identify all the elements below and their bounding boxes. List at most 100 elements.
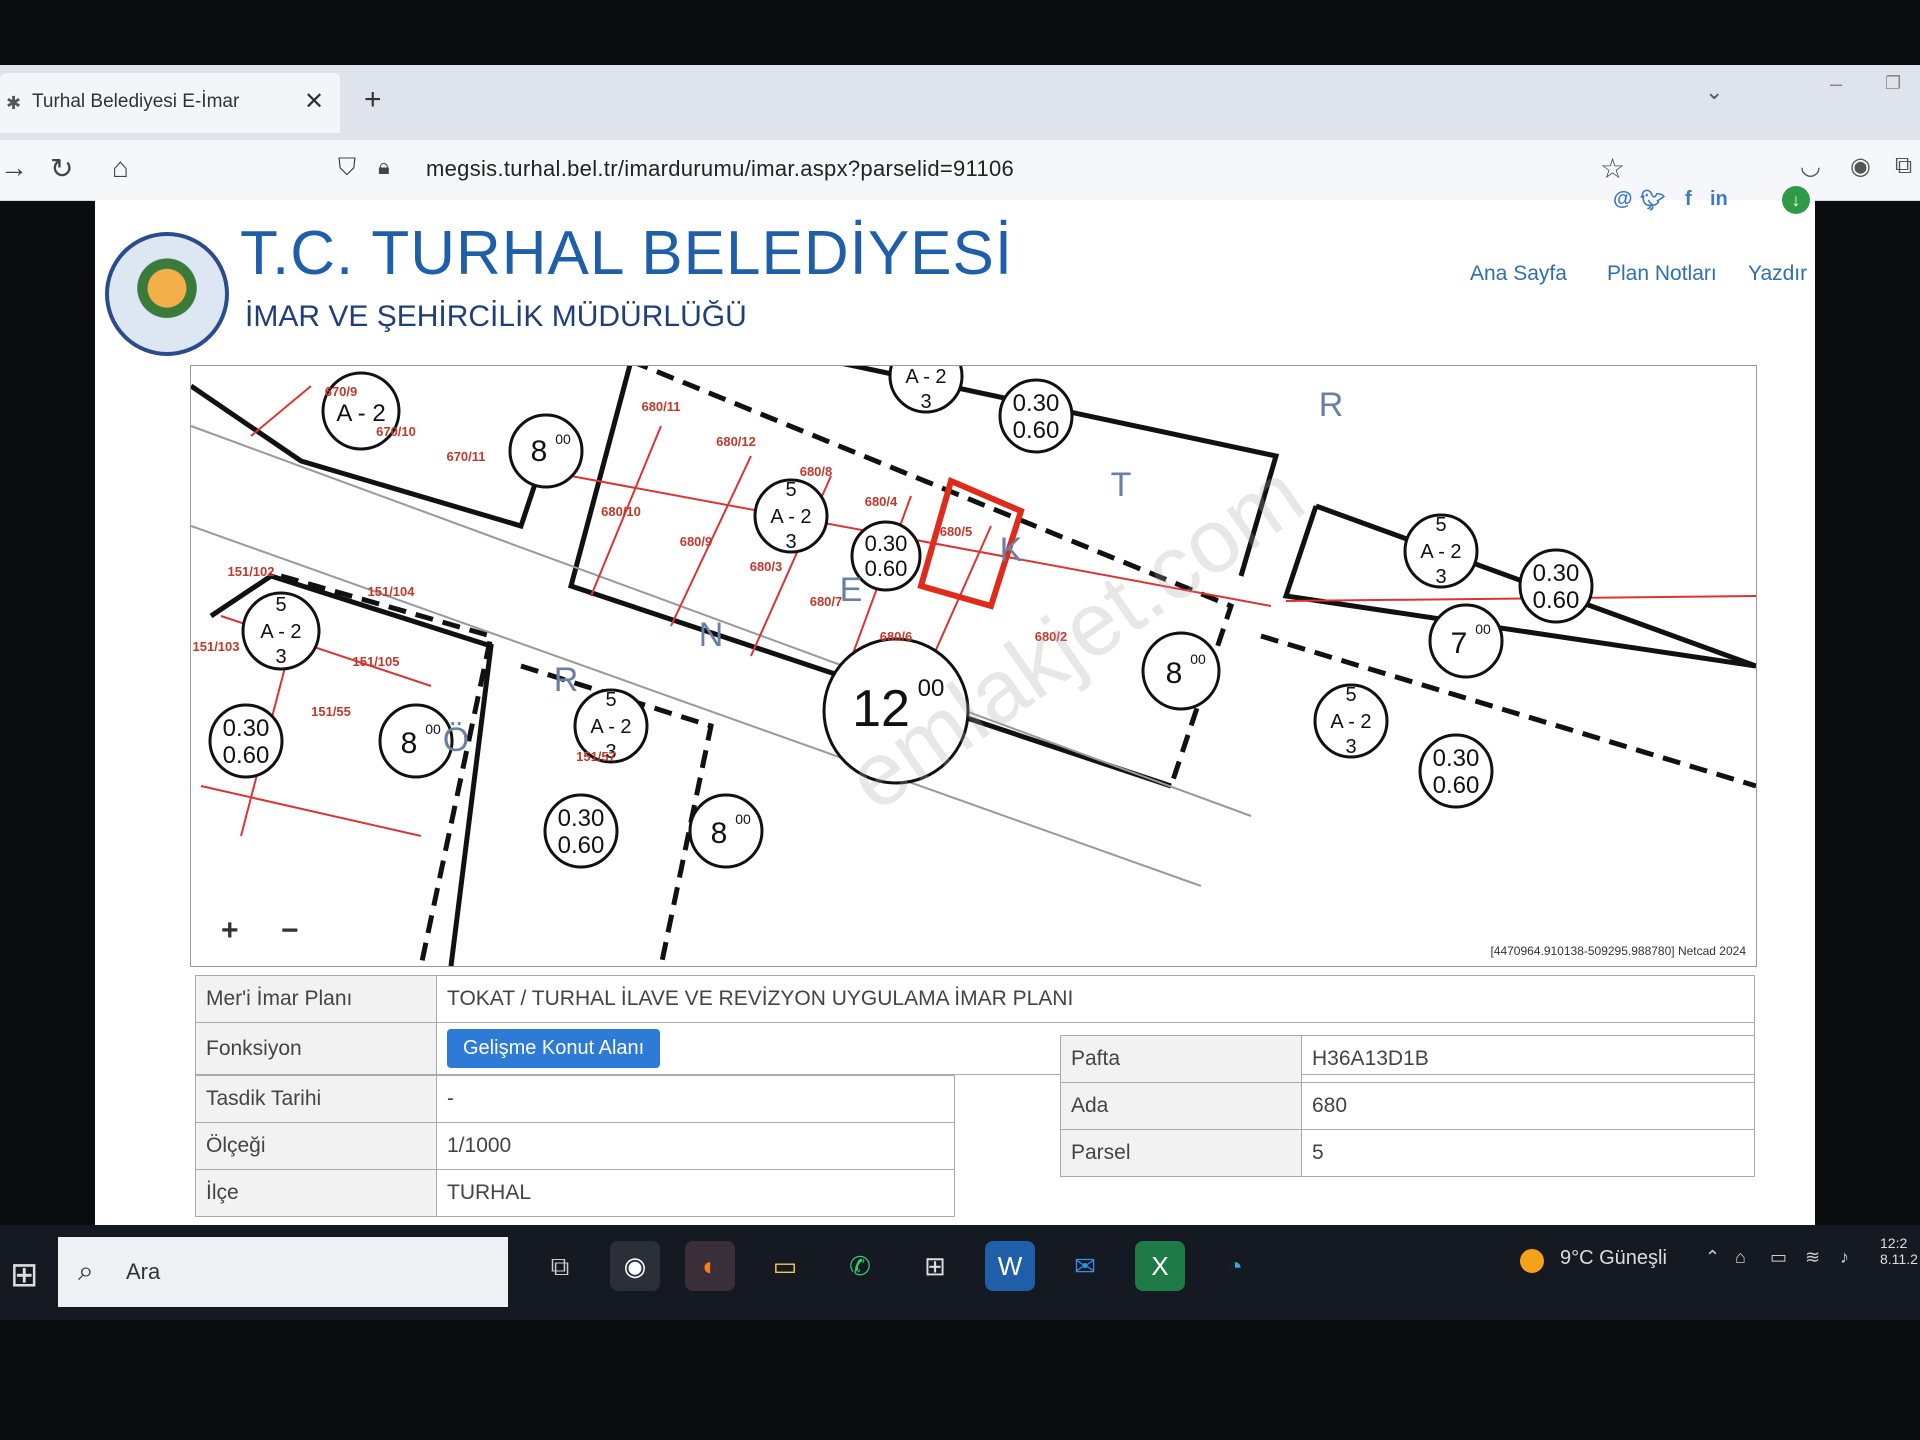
parcel-line: [250, 385, 312, 437]
nav-ana-sayfa[interactable]: Ana Sayfa: [1470, 262, 1567, 286]
zone-label-bot: 3: [920, 391, 931, 413]
page-title: T.C. TURHAL BELEDİYESİ: [240, 219, 1014, 288]
parcel-label: 680/12: [716, 434, 756, 449]
ada-value: 680: [1301, 1082, 1755, 1130]
parcel-label: 151/103: [193, 639, 240, 654]
download-icon[interactable]: ↓: [1782, 186, 1810, 214]
minimize-icon[interactable]: –: [1830, 71, 1842, 97]
ratio-top: 0.30: [223, 715, 270, 742]
extensions-icon[interactable]: ⧉: [1895, 152, 1912, 180]
plan-value: TOKAT / TURHAL İLAVE VE REVİZYON UYGULAM…: [436, 975, 1755, 1023]
zone-label-mid: A - 2: [770, 506, 811, 528]
ada-label: Ada: [1060, 1082, 1302, 1130]
forward-icon[interactable]: →: [0, 152, 28, 184]
parcel-label: 680/10: [601, 504, 641, 519]
excel-icon[interactable]: X: [1135, 1241, 1185, 1291]
taskbar: ⊞ ⌕ Ara ⧉ ◉ ◐ ▭ ✆ ⊞ W ✉ X ◔ 9°C Güneşli …: [0, 1225, 1920, 1320]
twitter-icon[interactable]: 🐦︎: [1640, 188, 1665, 213]
file-explorer-icon[interactable]: ▭: [760, 1241, 810, 1291]
shield-icon[interactable]: ⛉: [338, 154, 356, 182]
scale-label: Ölçeği: [195, 1122, 437, 1170]
zone-label-bot: 3: [1345, 736, 1356, 758]
battery-icon[interactable]: ▭: [1770, 1247, 1787, 1268]
pocket-icon[interactable]: ◡: [1800, 152, 1821, 181]
map-coordinates: [4470964.910138-509295.988780] Netcad 20…: [1490, 944, 1746, 958]
new-tab-button[interactable]: +: [364, 83, 382, 117]
browser-tab[interactable]: ✱ Turhal Belediyesi E-İmar ✕: [0, 73, 340, 133]
search-placeholder: Ara: [126, 1259, 161, 1284]
zone-label-top: 5: [1435, 514, 1446, 536]
zoom-in-button[interactable]: +: [221, 914, 239, 948]
pafta-label: Pafta: [1060, 1035, 1302, 1083]
windows-start-icon[interactable]: ⊞: [10, 1255, 39, 1295]
mail-icon[interactable]: ✉: [1060, 1241, 1110, 1291]
tab-title: Turhal Belediyesi E-İmar: [32, 91, 240, 112]
search-icon: ⌕: [78, 1255, 94, 1286]
street-letter: N: [699, 616, 724, 654]
url-bar[interactable]: ⛉ 🔒︎ megsis.turhal.bel.tr/imardurumu/ima…: [330, 146, 1625, 192]
ratio-top: 0.30: [1013, 390, 1060, 417]
facebook-icon[interactable]: f: [1685, 188, 1692, 211]
parcel-label: 151/102: [228, 564, 275, 579]
plan-label: Mer'i İmar Planı: [195, 975, 437, 1023]
ratio-bot: 0.60: [558, 832, 605, 859]
home-icon[interactable]: ⌂: [112, 152, 129, 184]
function-badge-button[interactable]: Gelişme Konut Alanı: [447, 1029, 661, 1068]
store-icon[interactable]: ⊞: [910, 1241, 960, 1291]
ratio-bot: 0.60: [1433, 772, 1480, 799]
zone-label-top: 5: [1345, 684, 1356, 706]
firefox-icon[interactable]: ◐: [685, 1241, 735, 1291]
volume-icon[interactable]: ♪: [1840, 1247, 1849, 1268]
zoning-map[interactable]: A - 2 5 A - 2 3 5 A - 2 3 5 A - 2 3 5 A …: [190, 365, 1757, 967]
clock[interactable]: 12:2 8.11.2: [1880, 1235, 1918, 1267]
reload-icon[interactable]: ↻: [50, 152, 73, 185]
ratio-top: 0.30: [558, 805, 605, 832]
function-label: Fonksiyon: [195, 1022, 437, 1075]
chrome-icon[interactable]: ◉: [610, 1241, 660, 1291]
road-decimal: 00: [1475, 621, 1491, 637]
district-value: TURHAL: [436, 1169, 955, 1217]
browser-tabstrip: ✱ Turhal Belediyesi E-İmar ✕ + ⌄ – ❐: [0, 65, 1920, 140]
parcel-label: 670/10: [376, 424, 416, 439]
maximize-icon[interactable]: ❐: [1885, 73, 1901, 94]
zone-label-bot: 3: [1435, 566, 1446, 588]
close-tab-icon[interactable]: ✕: [304, 87, 324, 116]
taskbar-search[interactable]: ⌕ Ara: [58, 1237, 508, 1307]
network-icon[interactable]: ⌂: [1735, 1247, 1746, 1268]
zoom-out-button[interactable]: −: [281, 914, 299, 948]
edge-icon[interactable]: ◔: [1210, 1241, 1260, 1291]
word-icon[interactable]: W: [985, 1241, 1035, 1291]
street-letter: E: [840, 571, 863, 609]
wifi-icon[interactable]: ≋: [1805, 1247, 1820, 1268]
web-page: T.C. TURHAL BELEDİYESİ İMAR VE ŞEHİRCİLİ…: [95, 186, 1815, 1230]
weather-text[interactable]: 9°C Güneşli: [1560, 1247, 1667, 1270]
table-row: Parsel 5: [1060, 1129, 1755, 1177]
nav-yazdir[interactable]: Yazdır: [1748, 262, 1807, 286]
approval-value: -: [436, 1075, 955, 1123]
road-width: 8: [711, 817, 728, 850]
url-text[interactable]: megsis.turhal.bel.tr/imardurumu/imar.asp…: [426, 156, 1014, 182]
account-icon[interactable]: ◉: [1850, 152, 1871, 181]
zone-label: A - 2: [336, 400, 385, 427]
parcel-label: 680/6: [880, 629, 913, 644]
scale-value: 1/1000: [436, 1122, 955, 1170]
municipality-logo: [105, 232, 229, 356]
bookmark-star-icon[interactable]: ☆: [1600, 152, 1625, 185]
nav-plan-notlari[interactable]: Plan Notları: [1607, 262, 1717, 286]
clock-time: 12:2: [1880, 1235, 1908, 1251]
road-width: 8: [531, 435, 548, 468]
ratio-top: 0.30: [865, 531, 908, 556]
parcel-label: 680/7: [810, 594, 843, 609]
lock-icon[interactable]: 🔒︎: [378, 154, 390, 180]
whatsapp-icon[interactable]: ✆: [835, 1241, 885, 1291]
email-icon[interactable]: @: [1613, 188, 1633, 211]
street-letter: R: [1319, 386, 1344, 424]
task-view-icon[interactable]: ⧉: [535, 1241, 585, 1291]
chevron-down-icon[interactable]: ⌄: [1705, 79, 1723, 105]
linkedin-icon[interactable]: in: [1710, 188, 1728, 211]
ratio-bot: 0.60: [865, 556, 908, 581]
parsel-label: Parsel: [1060, 1129, 1302, 1177]
parcel-line: [200, 785, 422, 837]
parcel-label: 680/9: [680, 534, 713, 549]
chevron-up-icon[interactable]: ⌃: [1705, 1247, 1720, 1268]
